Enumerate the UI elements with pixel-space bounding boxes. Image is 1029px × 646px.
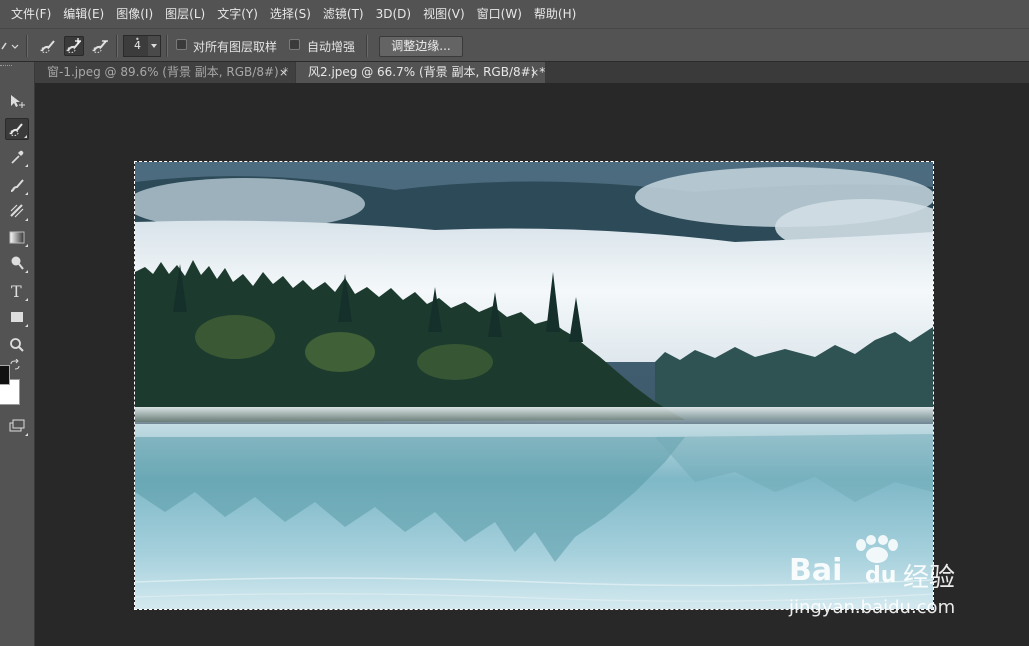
refine-edge-button[interactable]: 调整边缘...: [379, 36, 463, 57]
add-to-selection-brush-button[interactable]: [64, 36, 84, 56]
auto-enhance-checkbox[interactable]: [289, 39, 300, 50]
baidu-watermark: Bai du 经验 jingyan.baidu.com: [785, 535, 985, 625]
paw-icon: [856, 535, 898, 563]
auto-enhance-label: 自动增强: [307, 40, 356, 54]
tools-panel: T: [0, 62, 35, 646]
tab-label: 风2.jpeg @ 66.7% (背景 副本, RGB/8#) *: [308, 65, 546, 79]
quick-selection-tool-icon[interactable]: [5, 118, 29, 140]
add-selection-icon: [66, 38, 81, 53]
menu-layer[interactable]: 图层(L): [159, 0, 211, 28]
sample-all-layers-checkbox[interactable]: [176, 39, 187, 50]
tab-document-1[interactable]: 窗-1.jpeg @ 89.6% (背景 副本, RGB/8#) * ×: [35, 62, 295, 83]
brush-tool-icon[interactable]: [5, 174, 29, 196]
menu-image[interactable]: 图像(I): [110, 0, 159, 28]
menu-file[interactable]: 文件(F): [0, 0, 57, 28]
subtract-from-selection-brush-button[interactable]: [90, 36, 110, 56]
zoom-tool-icon[interactable]: [5, 334, 29, 356]
menu-window[interactable]: 窗口(W): [471, 0, 528, 28]
type-tool-icon[interactable]: T: [5, 280, 29, 302]
options-bar: • 4 对所有图层取样 自动增强 调整边缘...: [0, 28, 1029, 62]
watermark-product: 经验: [903, 563, 956, 593]
close-icon[interactable]: ×: [279, 62, 288, 83]
watermark-url: jingyan.baidu.com: [789, 597, 956, 618]
svg-text:T: T: [11, 282, 22, 300]
brush-size-picker[interactable]: • 4: [123, 35, 161, 57]
panel-grip[interactable]: [0, 65, 12, 69]
menu-3d[interactable]: 3D(D): [370, 0, 417, 28]
tab-label: 窗-1.jpeg @ 89.6% (背景 副本, RGB/8#) *: [47, 65, 289, 79]
brush-size-value: 4: [134, 39, 141, 52]
rectangle-tool-icon[interactable]: [5, 306, 29, 328]
screen-mode-icon[interactable]: [5, 415, 29, 437]
subtract-selection-icon: [92, 40, 108, 53]
history-brush-tool-icon[interactable]: [5, 200, 29, 222]
chevron-down-icon[interactable]: [148, 36, 160, 56]
menu-select[interactable]: 选择(S): [264, 0, 317, 28]
watermark-brand-suffix: du: [865, 563, 897, 588]
quick-selection-icon: [40, 40, 55, 53]
divider: [166, 35, 168, 57]
eyedropper-tool-icon[interactable]: [5, 146, 29, 168]
document-tab-bar: 窗-1.jpeg @ 89.6% (背景 副本, RGB/8#) * × 风2.…: [35, 62, 1029, 83]
foreground-color-swatch[interactable]: [0, 365, 10, 385]
menu-filter[interactable]: 滤镜(T): [317, 0, 370, 28]
gradient-tool-icon[interactable]: [5, 226, 29, 248]
tool-preset-icon: [1, 42, 19, 50]
dodge-tool-icon[interactable]: [5, 252, 29, 274]
menu-edit[interactable]: 编辑(E): [57, 0, 110, 28]
tool-preset-picker[interactable]: [0, 29, 22, 63]
tab-document-2[interactable]: 风2.jpeg @ 66.7% (背景 副本, RGB/8#) * ×: [296, 62, 545, 83]
close-icon[interactable]: ×: [530, 62, 539, 83]
menu-help[interactable]: 帮助(H): [528, 0, 582, 28]
swap-colors-icon[interactable]: [8, 358, 22, 372]
menu-type[interactable]: 文字(Y): [211, 0, 264, 28]
divider: [366, 35, 368, 57]
watermark-brand: Bai: [789, 553, 843, 588]
move-tool-icon[interactable]: [5, 90, 29, 112]
menu-bar: 文件(F) 编辑(E) 图像(I) 图层(L) 文字(Y) 选择(S) 滤镜(T…: [0, 0, 1029, 28]
sample-all-layers-label: 对所有图层取样: [193, 40, 278, 54]
divider: [26, 35, 28, 57]
menu-view[interactable]: 视图(V): [417, 0, 471, 28]
divider: [116, 35, 118, 57]
new-selection-brush-button[interactable]: [38, 36, 58, 56]
